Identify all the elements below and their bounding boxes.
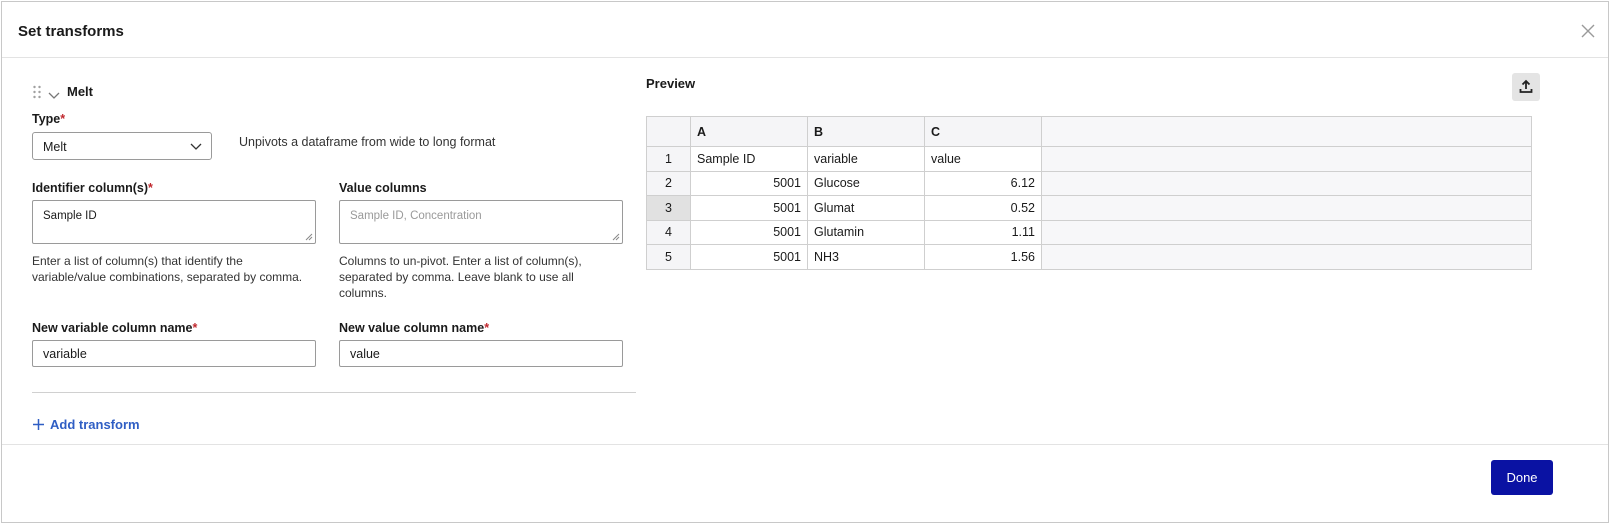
table-row: 1 Sample ID variable value	[646, 146, 1532, 172]
row-header[interactable]: 5	[646, 244, 691, 270]
column-header-a[interactable]: A	[690, 116, 808, 147]
preview-label: Preview	[646, 76, 696, 91]
dialog-header: Set transforms	[2, 2, 1608, 58]
value-columns-label: Value columns	[339, 181, 427, 195]
table-corner	[646, 116, 691, 147]
type-select-value: Melt	[43, 140, 67, 154]
resize-grip-icon[interactable]	[305, 233, 313, 241]
column-header-c[interactable]: C	[924, 116, 1042, 147]
close-icon	[1581, 24, 1595, 38]
add-transform-button[interactable]: Add transform	[32, 417, 140, 432]
resize-grip-icon[interactable]	[612, 233, 620, 241]
row-header[interactable]: 1	[646, 146, 691, 172]
row-header[interactable]: 2	[646, 170, 691, 196]
table-cell[interactable]: NH3	[807, 244, 925, 270]
column-header-empty	[1041, 116, 1532, 147]
type-description: Unpivots a dataframe from wide to long f…	[239, 135, 496, 149]
table-cell[interactable]: 5001	[690, 170, 808, 196]
table-cell[interactable]: 5001	[690, 244, 808, 270]
new-variable-input[interactable]: variable	[32, 340, 316, 367]
done-button[interactable]: Done	[1491, 460, 1553, 495]
table-cell[interactable]: 5001	[690, 195, 808, 221]
collapse-transform-button[interactable]	[48, 87, 60, 99]
table-cell[interactable]: Glucose	[807, 170, 925, 196]
table-cell-empty	[1041, 195, 1532, 221]
value-columns-help: Columns to un-pivot. Enter a list of col…	[339, 254, 582, 300]
divider	[32, 392, 636, 393]
type-label: Type*	[32, 112, 66, 126]
footer-divider	[2, 444, 1608, 445]
value-columns-input[interactable]: Sample ID, Concentration	[339, 200, 623, 244]
table-row: 4 5001 Glutamin 1.11	[646, 219, 1532, 245]
table-cell-empty	[1041, 146, 1532, 172]
table-cell[interactable]: 5001	[690, 219, 808, 245]
table-cell-empty	[1041, 170, 1532, 196]
transform-name: Melt	[67, 84, 93, 99]
table-cell[interactable]: Glumat	[807, 195, 925, 221]
column-header-b[interactable]: B	[807, 116, 925, 147]
drag-handle-icon[interactable]	[32, 85, 42, 99]
type-select[interactable]: Melt	[32, 132, 212, 160]
table-cell[interactable]: value	[924, 146, 1042, 172]
chevron-down-icon	[190, 143, 202, 150]
row-header-selected[interactable]: 3	[646, 195, 691, 221]
value-columns-placeholder: Sample ID, Concentration	[350, 210, 482, 222]
table-row: 2 5001 Glucose 6.12	[646, 170, 1532, 196]
identifier-columns-value: Sample ID	[43, 210, 97, 222]
table-cell[interactable]: 6.12	[924, 170, 1042, 196]
table-header-row: A B C	[646, 116, 1532, 147]
dialog-title: Set transforms	[18, 23, 124, 40]
new-variable-label: New variable column name*	[32, 321, 198, 335]
preview-panel: Preview A B C 1 Sample ID variable value	[646, 58, 1546, 358]
identifier-columns-input[interactable]: Sample ID	[32, 200, 316, 244]
chevron-down-icon	[48, 92, 60, 99]
table-row: 3 5001 Glumat 0.52	[646, 195, 1532, 221]
plus-icon	[33, 419, 44, 430]
add-transform-label: Add transform	[50, 417, 140, 432]
table-cell[interactable]: 0.52	[924, 195, 1042, 221]
table-cell[interactable]: 1.56	[924, 244, 1042, 270]
preview-table: A B C 1 Sample ID variable value 2 5001 …	[646, 116, 1532, 270]
upload-icon	[1519, 79, 1533, 93]
transform-editor: Melt Type* Melt Unpivots a dataframe fro…	[32, 58, 636, 456]
table-cell[interactable]: Glutamin	[807, 219, 925, 245]
table-cell-empty	[1041, 244, 1532, 270]
new-value-input[interactable]: value	[339, 340, 623, 367]
set-transforms-dialog: Set transforms Melt Type* Melt Unpivots …	[1, 1, 1609, 523]
identifier-label: Identifier column(s)*	[32, 181, 153, 195]
table-cell[interactable]: variable	[807, 146, 925, 172]
export-button[interactable]	[1512, 73, 1540, 101]
row-header[interactable]: 4	[646, 219, 691, 245]
table-cell-empty	[1041, 219, 1532, 245]
table-row: 5 5001 NH3 1.56	[646, 244, 1532, 270]
table-cell[interactable]: 1.11	[924, 219, 1042, 245]
new-value-label: New value column name*	[339, 321, 490, 335]
identifier-help: Enter a list of column(s) that identify …	[32, 254, 303, 284]
close-button[interactable]	[1578, 21, 1598, 41]
table-cell[interactable]: Sample ID	[690, 146, 808, 172]
